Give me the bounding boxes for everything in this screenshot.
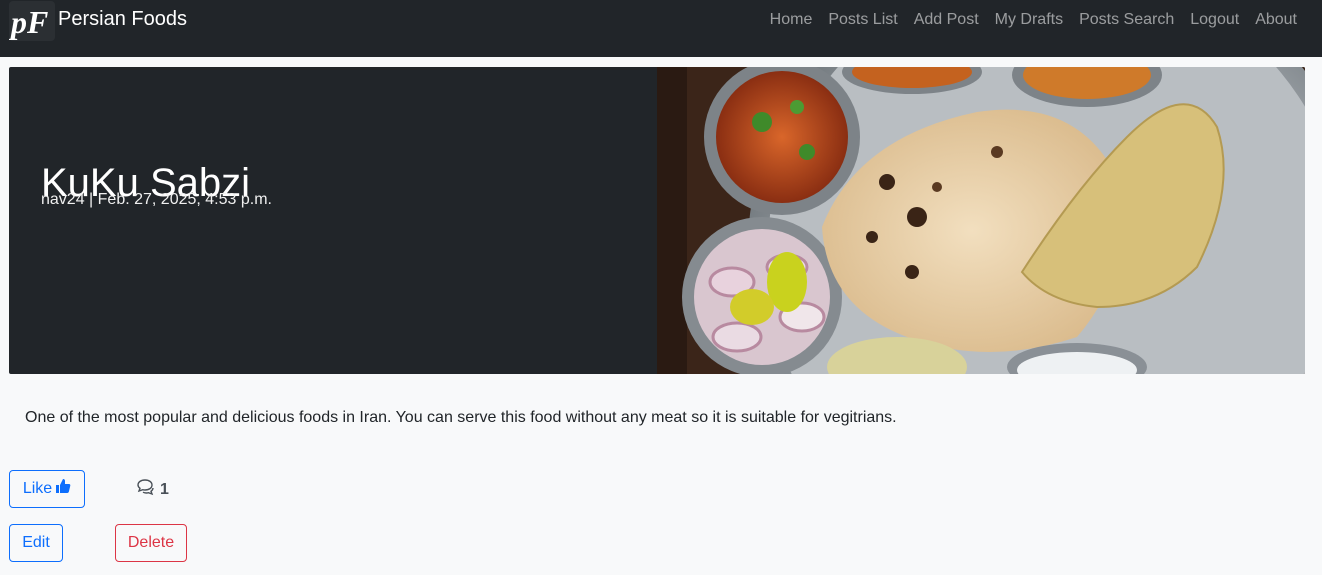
- post-hero: KuKu Sabzi nav24 | Feb. 27, 2025, 4:53 p…: [9, 67, 1305, 374]
- nav-about[interactable]: About: [1247, 10, 1297, 30]
- brand-logo[interactable]: pF: [8, 1, 55, 41]
- nav-add-post[interactable]: Add Post: [906, 10, 987, 30]
- nav-home[interactable]: Home: [762, 10, 821, 30]
- like-button-label: Like: [22, 480, 53, 497]
- nav-posts-search[interactable]: Posts Search: [1071, 10, 1182, 30]
- thumbs-up-icon: [55, 478, 71, 500]
- food-platter-image: [657, 67, 1305, 374]
- comment-count-value: 1: [160, 480, 169, 498]
- post-meta: nav24 | Feb. 27, 2025, 4:53 p.m.: [41, 191, 272, 208]
- brand-logo-text: pF: [9, 4, 48, 40]
- comment-icon: [136, 478, 156, 501]
- navbar: pF Persian Foods Home Posts List Add Pos…: [0, 0, 1322, 57]
- nav-links: Home Posts List Add Post My Drafts Posts…: [762, 10, 1297, 30]
- nav-my-drafts[interactable]: My Drafts: [987, 10, 1071, 30]
- like-button[interactable]: Like: [9, 470, 85, 508]
- nav-logout[interactable]: Logout: [1182, 10, 1247, 30]
- edit-button[interactable]: Edit: [9, 524, 63, 562]
- post-excerpt: One of the most popular and delicious fo…: [25, 409, 897, 426]
- brand-name[interactable]: Persian Foods: [58, 7, 187, 31]
- comment-count: 1: [136, 478, 169, 501]
- delete-button[interactable]: Delete: [115, 524, 187, 562]
- nav-posts-list[interactable]: Posts List: [820, 10, 905, 30]
